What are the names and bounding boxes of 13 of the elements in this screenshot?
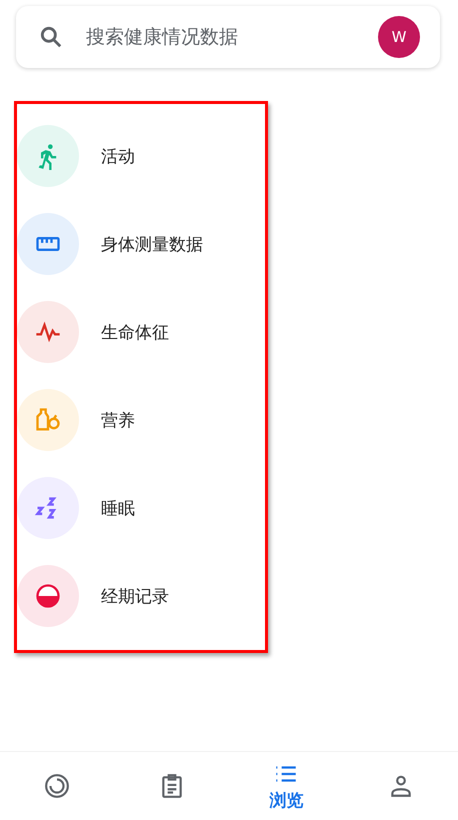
category-item[interactable]: 营养	[17, 376, 265, 464]
search-field[interactable]: 搜索健康情况数据	[84, 25, 358, 49]
category-item[interactable]: 睡眠	[17, 464, 265, 552]
category-item[interactable]: 活动	[17, 112, 265, 200]
category-item[interactable]: 经期记录	[17, 552, 265, 640]
half-filled-circle-icon	[34, 582, 62, 610]
search-icon	[38, 24, 64, 50]
ring-icon	[44, 773, 70, 799]
search-bar[interactable]: 搜索健康情况数据 W	[16, 6, 440, 68]
nav-tab[interactable]: 浏览	[229, 752, 344, 820]
category-item[interactable]: 生命体征	[17, 288, 265, 376]
category-item[interactable]: 身体测量数据	[17, 200, 265, 288]
avatar[interactable]: W	[378, 16, 420, 58]
